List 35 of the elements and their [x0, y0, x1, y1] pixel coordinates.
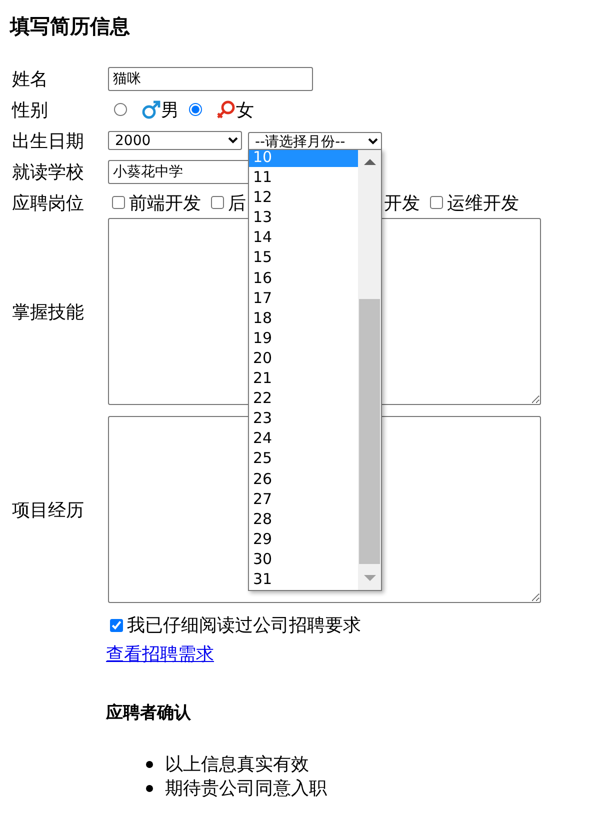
scrollbar[interactable] — [358, 150, 381, 590]
field-label: 就读学校 — [11, 160, 85, 184]
scrollbar-thumb[interactable] — [359, 299, 380, 564]
field-label: 掌握技能 — [11, 300, 85, 324]
field-label: 性别 — [10, 98, 49, 122]
field-label: 应聘岗位 — [11, 192, 85, 214]
option-label: 前端开发 — [129, 192, 201, 214]
option-label: 运维开发 — [447, 192, 519, 214]
name-field[interactable]: 猫咪 — [108, 66, 313, 90]
radio-button[interactable] — [114, 103, 127, 116]
field-label: 姓名 — [11, 68, 49, 90]
requirements-link[interactable]: 查看招聘需求 — [106, 644, 214, 665]
option-label: 后 — [228, 192, 246, 214]
agree-label: 我已仔细阅读过公司招聘要求 — [127, 614, 361, 637]
male-symbol-icon — [141, 100, 161, 120]
female-symbol-icon — [216, 100, 236, 120]
checkbox[interactable] — [110, 618, 123, 632]
option-label: 男 — [161, 98, 179, 122]
page-title: 填写简历信息 — [10, 13, 131, 39]
radio-button[interactable] — [189, 103, 202, 116]
list-item: 期待贵公司同意入职 — [165, 777, 327, 800]
year-select[interactable]: 2000 — [108, 131, 242, 150]
section-heading: 应聘者确认 — [106, 702, 192, 725]
bullet-icon — [146, 760, 153, 768]
scroll-down-icon[interactable] — [364, 575, 376, 581]
list-item: 以上信息真实有效 — [165, 753, 309, 776]
checkbox[interactable] — [211, 196, 224, 209]
bullet-icon — [146, 784, 153, 792]
option-label: 开发 — [384, 192, 420, 214]
field-label: 出生日期 — [11, 130, 85, 152]
checkbox[interactable] — [430, 196, 443, 209]
option-label: 女 — [236, 98, 254, 122]
scroll-up-icon[interactable] — [364, 159, 376, 165]
checkbox[interactable] — [112, 196, 125, 209]
field-label: 项目经历 — [11, 498, 85, 522]
